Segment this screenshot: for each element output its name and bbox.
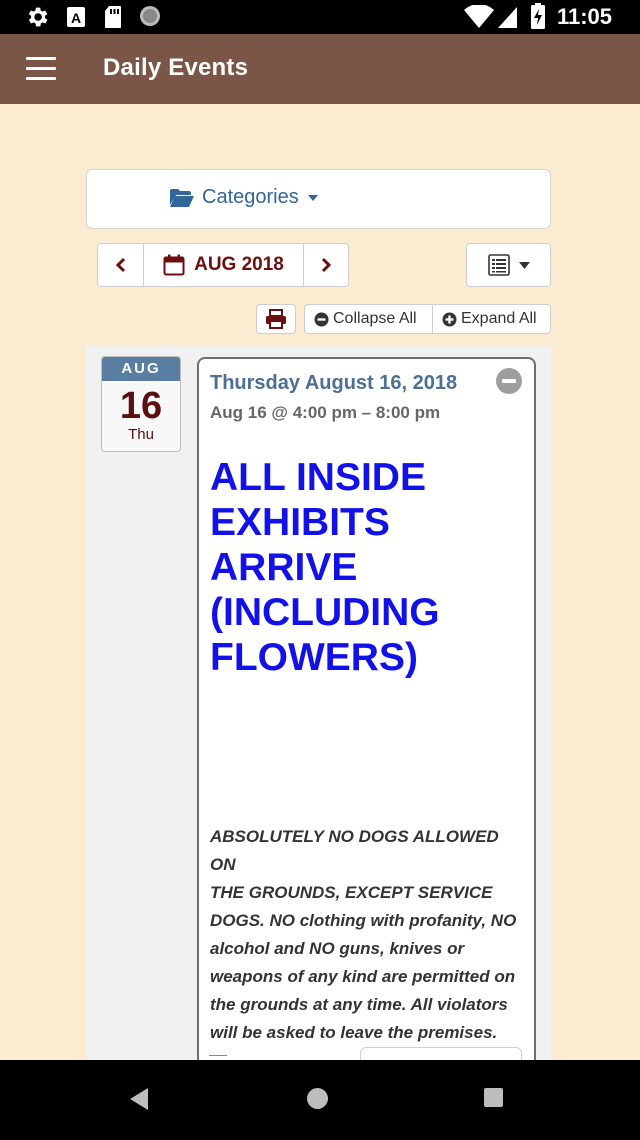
status-time: 11:05 xyxy=(556,4,612,29)
next-month-button[interactable] xyxy=(304,243,349,287)
collapse-expand-group: Collapse All Expand All xyxy=(304,304,551,334)
month-navigation: AUG 2018 xyxy=(97,243,349,287)
date-badge: AUG 16 Thu xyxy=(101,356,181,452)
categories-dropdown[interactable]: Categories xyxy=(169,186,319,209)
event-description-line: DOGS. NO clothing with profanity, NO xyxy=(210,911,517,930)
calendar-icon xyxy=(163,254,185,276)
event-description-line: ABSOLUTELY NO DOGS ALLOWED ON xyxy=(210,827,499,874)
caret-down-icon xyxy=(307,194,318,201)
event-description: ABSOLUTELY NO DOGS ALLOWED ON THE GROUND… xyxy=(210,823,528,1047)
collapse-all-label: Collapse All xyxy=(333,310,417,327)
print-icon xyxy=(266,309,286,329)
app-bar: Daily Events xyxy=(0,34,640,104)
event-description-line: weapons of any kind are permitted on xyxy=(210,967,516,986)
month-label: AUG 2018 xyxy=(194,254,284,275)
svg-text:A: A xyxy=(71,10,81,26)
event-description-line: alcohol and NO guns, knives or xyxy=(210,939,465,958)
status-bar: A 11:05 xyxy=(0,0,640,34)
event-title[interactable]: ALL INSIDE EXHIBITS ARRIVE (INCLUDING FL… xyxy=(210,455,520,680)
expand-all-button[interactable]: Expand All xyxy=(433,304,551,334)
previous-month-button[interactable] xyxy=(97,243,144,287)
text-a-icon: A xyxy=(67,7,85,27)
home-circle-icon[interactable] xyxy=(307,1088,328,1109)
event-description-line: THE GROUNDS, EXCEPT SERVICE xyxy=(210,883,493,902)
app-title: Daily Events xyxy=(103,54,249,81)
collapse-event-icon[interactable] xyxy=(496,368,522,394)
content-area: Categories AUG 2018 Collapse All Expand … xyxy=(0,104,640,1060)
event-description-line: the grounds at any time. All violators xyxy=(210,995,508,1014)
wifi-icon xyxy=(464,5,494,28)
chevron-left-icon xyxy=(115,257,125,273)
collapse-all-button[interactable]: Collapse All xyxy=(304,304,433,334)
month-picker-button[interactable]: AUG 2018 xyxy=(144,243,304,287)
hamburger-menu-icon[interactable] xyxy=(26,57,56,81)
date-badge-month: AUG xyxy=(102,357,180,381)
folder-open-icon xyxy=(170,188,194,207)
plus-circle-icon xyxy=(442,312,457,326)
recents-square-icon[interactable] xyxy=(484,1088,503,1107)
print-button[interactable] xyxy=(256,304,296,334)
event-time-range: Aug 16 @ 4:00 pm – 8:00 pm xyxy=(210,403,441,422)
signal-icon xyxy=(498,7,517,28)
date-badge-day: 16 xyxy=(119,385,163,427)
back-triangle-icon[interactable] xyxy=(130,1088,148,1110)
expand-all-label: Expand All xyxy=(461,310,537,327)
categories-filter: Categories xyxy=(86,169,551,229)
date-badge-weekday: Thu xyxy=(128,426,154,443)
system-nav-bar xyxy=(0,1060,640,1140)
minus-circle-icon xyxy=(314,312,329,326)
categories-label: Categories xyxy=(202,186,299,208)
divider xyxy=(209,1055,227,1056)
chevron-right-icon xyxy=(321,257,332,273)
event-date-heading: Thursday August 16, 2018 xyxy=(210,372,458,394)
sd-card-icon xyxy=(105,6,121,28)
battery-charging-icon xyxy=(531,3,545,29)
event-list: AUG 16 Thu Thursday August 16, 2018 Aug … xyxy=(86,346,551,1060)
circle-icon xyxy=(140,6,160,26)
event-details-button[interactable] xyxy=(360,1047,522,1060)
gear-icon xyxy=(28,7,48,27)
caret-down-icon xyxy=(518,261,530,269)
view-mode-dropdown[interactable] xyxy=(466,243,551,287)
event-card: Thursday August 16, 2018 Aug 16 @ 4:00 p… xyxy=(197,357,536,1060)
event-description-line: will be asked to leave the premises. xyxy=(210,1023,498,1042)
list-view-icon xyxy=(487,254,510,276)
